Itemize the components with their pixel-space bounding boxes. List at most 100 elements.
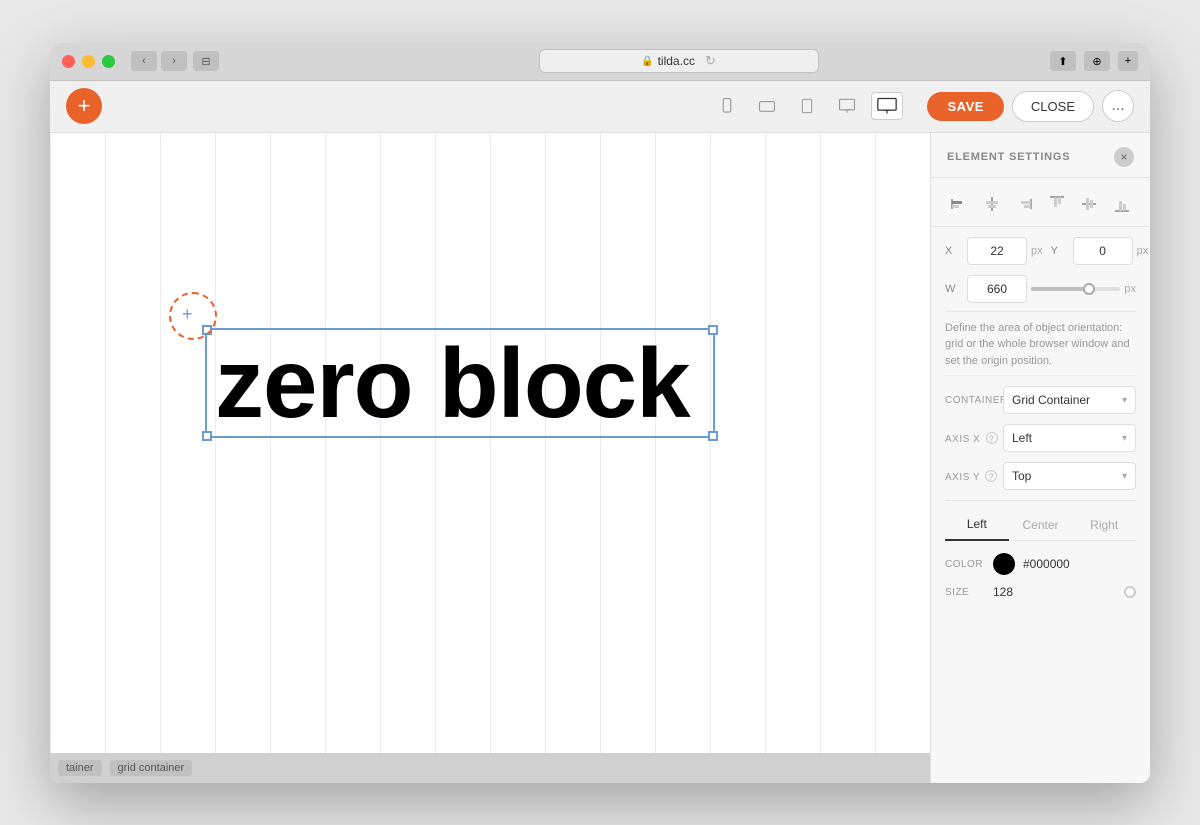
w-input[interactable] (967, 275, 1027, 303)
tab-center[interactable]: Center (1009, 510, 1073, 540)
device-phone-icon[interactable] (711, 92, 743, 120)
zeroblock-element[interactable]: zero block (205, 328, 715, 439)
xy-field-row: X px Y px (945, 237, 1136, 265)
grid-line (50, 133, 105, 753)
grid-lines (50, 133, 930, 753)
x-label: X (945, 245, 963, 257)
add-cursor-plus-icon: + (182, 305, 193, 323)
bottom-tag-container: tainer (58, 760, 102, 776)
panel-fields: X px Y px W px (931, 227, 1150, 783)
size-row: SIZE 128 (945, 585, 1136, 599)
bottom-strip: tainer grid container (50, 753, 930, 783)
axis-y-help-icon: ? (985, 470, 997, 482)
title-bar-right: ⬆ ⊕ + (819, 51, 1139, 71)
close-traffic-light[interactable] (62, 55, 75, 68)
axis-y-row: AXIS Y ? Top ▾ (945, 462, 1136, 490)
new-tab-icon[interactable]: ⊕ (1084, 51, 1110, 71)
grid-line (215, 133, 270, 753)
tab-right[interactable]: Right (1072, 510, 1136, 540)
bottom-tag-grid-container: grid container (110, 760, 193, 776)
device-tablet-portrait-icon[interactable] (791, 92, 823, 120)
tab-left[interactable]: Left (945, 509, 1009, 541)
lock-icon: 🔒 (641, 56, 653, 67)
close-button[interactable]: CLOSE (1012, 91, 1094, 122)
y-input[interactable] (1073, 237, 1133, 265)
toolbar-right: SAVE CLOSE ... (927, 90, 1134, 122)
save-button[interactable]: SAVE (927, 92, 1003, 121)
device-desktop-half-icon[interactable] (831, 92, 863, 120)
color-label: COLOR (945, 559, 985, 570)
add-tab-icon[interactable]: + (1118, 51, 1138, 71)
main-area: + zero block tainer grid container (50, 133, 1150, 783)
panel-close-button[interactable]: × (1114, 147, 1134, 167)
axis-x-select[interactable]: Left ▾ (1003, 424, 1136, 452)
container-label: CONTAINER (945, 395, 1003, 406)
device-icons (711, 92, 903, 120)
title-bar: ‹ › ⊟ 🔒 tilda.cc ↻ ⬆ ⊕ + (50, 43, 1150, 81)
nav-buttons: ‹ › (131, 51, 187, 71)
canvas-area[interactable]: + zero block tainer grid container (50, 133, 930, 783)
axis-x-help-icon: ? (986, 432, 998, 444)
grid-line (160, 133, 215, 753)
container-value: Grid Container (1012, 393, 1090, 407)
grid-line (710, 133, 765, 753)
align-bottom-icon[interactable] (1108, 190, 1136, 218)
color-value: #000000 (1023, 557, 1070, 571)
grid-line (875, 133, 930, 753)
axis-y-label: AXIS Y ? (945, 470, 1003, 483)
more-button[interactable]: ... (1102, 90, 1134, 122)
sidebar-toggle-button[interactable]: ⊟ (193, 51, 219, 71)
url-bar[interactable]: 🔒 tilda.cc ↻ (539, 49, 819, 73)
canvas-inner: + zero block (50, 133, 930, 753)
y-unit: px (1137, 245, 1149, 257)
grid-line (270, 133, 325, 753)
share-icon[interactable]: ⬆ (1050, 51, 1076, 71)
align-top-icon[interactable] (1043, 190, 1071, 218)
container-row: CONTAINER Grid Container ▾ (945, 386, 1136, 414)
axis-y-select[interactable]: Top ▾ (1003, 462, 1136, 490)
divider-1 (945, 311, 1136, 312)
align-left-icon[interactable] (945, 190, 973, 218)
container-chevron-icon: ▾ (1122, 395, 1127, 406)
w-slider[interactable] (1031, 287, 1120, 291)
axis-y-value: Top (1012, 469, 1031, 483)
device-tablet-landscape-icon[interactable] (751, 92, 783, 120)
color-row: COLOR #000000 (945, 553, 1136, 575)
grid-line (380, 133, 435, 753)
minimize-traffic-light[interactable] (82, 55, 95, 68)
align-middle-icon[interactable] (1075, 190, 1103, 218)
grid-line (435, 133, 490, 753)
w-label: W (945, 283, 963, 295)
desc-text: Define the area of object orientation: g… (945, 320, 1136, 377)
resize-handle-br[interactable] (708, 431, 718, 441)
resize-handle-bl[interactable] (202, 431, 212, 441)
maximize-traffic-light[interactable] (102, 55, 115, 68)
grid-line (105, 133, 160, 753)
add-button[interactable]: + (66, 88, 102, 124)
w-slider-thumb[interactable] (1083, 283, 1095, 295)
traffic-lights (62, 55, 115, 68)
url-text: tilda.cc (658, 54, 695, 68)
x-input[interactable] (967, 237, 1027, 265)
tabs-row: Left Center Right (945, 509, 1136, 541)
axis-x-chevron-icon: ▾ (1122, 433, 1127, 444)
container-select[interactable]: Grid Container ▾ (1003, 386, 1136, 414)
axis-x-label: AXIS X ? (945, 432, 1003, 445)
axis-x-row: AXIS X ? Left ▾ (945, 424, 1136, 452)
back-button[interactable]: ‹ (131, 51, 157, 71)
panel-title: ELEMENT SETTINGS (947, 151, 1070, 163)
device-desktop-full-icon[interactable] (871, 92, 903, 120)
color-swatch[interactable] (993, 553, 1015, 575)
align-right-icon[interactable] (1010, 190, 1038, 218)
forward-button[interactable]: › (161, 51, 187, 71)
reload-icon[interactable]: ↻ (705, 53, 716, 69)
add-cursor-circle (169, 292, 217, 340)
resize-handle-tr[interactable] (708, 325, 718, 335)
divider-2 (945, 500, 1136, 501)
align-center-v-icon[interactable] (978, 190, 1006, 218)
grid-line (765, 133, 820, 753)
w-slider-fill (1031, 287, 1089, 291)
add-cursor: + (178, 301, 208, 331)
toolbar: + (50, 81, 1150, 133)
size-slider-thumb[interactable] (1124, 586, 1136, 598)
